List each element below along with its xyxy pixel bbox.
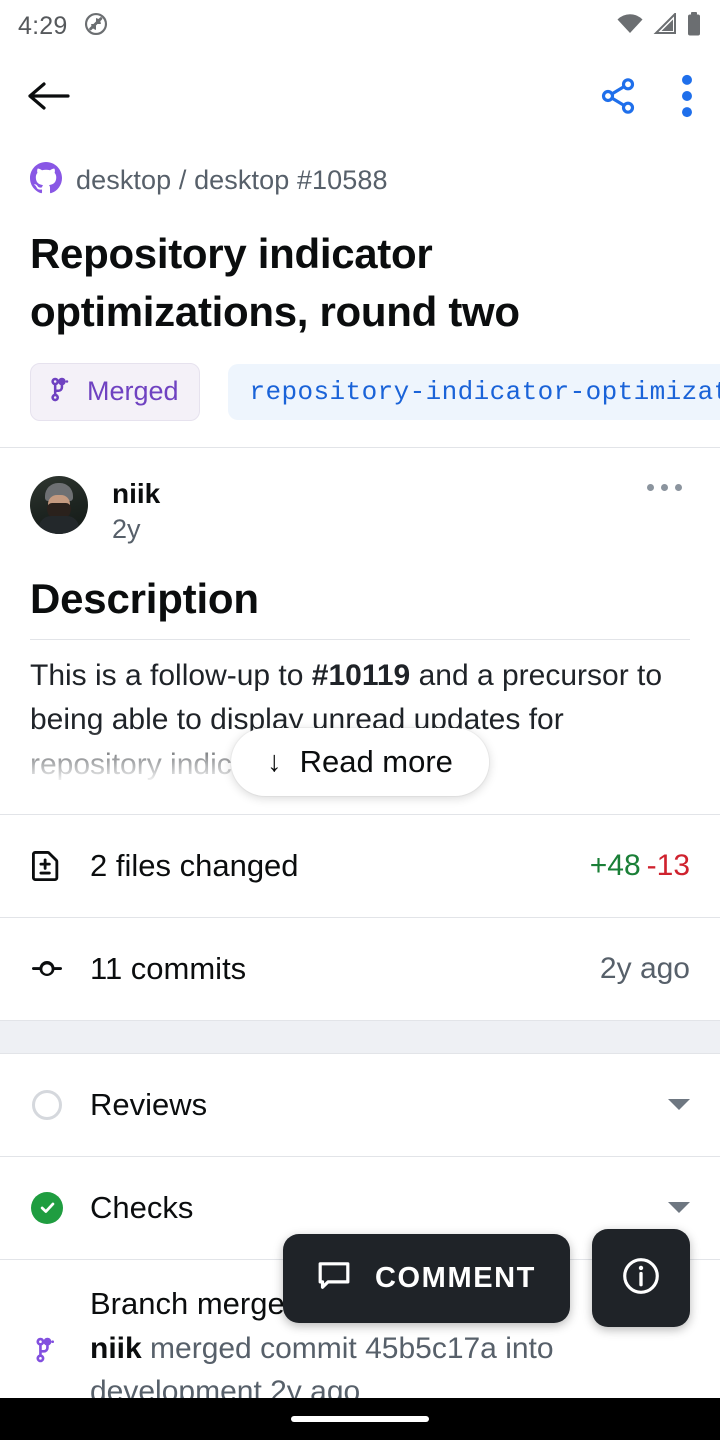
files-changed-row[interactable]: 2 files changed +48 -13 xyxy=(0,815,720,917)
sidebar-item-reviews[interactable]: Reviews xyxy=(0,1054,720,1156)
status-bar: 4:29 xyxy=(0,0,720,52)
author-name[interactable]: niik xyxy=(112,478,160,510)
git-merge-icon xyxy=(30,1286,64,1413)
check-success-shape xyxy=(31,1191,63,1224)
review-pending-circle-shape xyxy=(32,1089,62,1120)
overflow-menu-button[interactable] xyxy=(680,74,694,123)
status-badge-merged[interactable]: Merged xyxy=(30,362,200,421)
app-bar xyxy=(0,52,720,144)
share-button[interactable] xyxy=(598,76,638,121)
share-icon xyxy=(598,76,638,121)
comment-button[interactable]: COMMENT xyxy=(282,1233,570,1323)
cellular-signal-icon xyxy=(653,11,677,40)
pr-detail-screen: 4:29 desktop / desktop #10588 Repository… xyxy=(0,0,720,1440)
git-merge-icon xyxy=(48,376,75,408)
overflow-menu-icon xyxy=(680,74,694,123)
pr-status-chips: Merged repository-indicator-optimizatio xyxy=(0,362,720,447)
github-mark-icon xyxy=(30,162,62,199)
review-pending-circle-icon xyxy=(30,1089,64,1120)
section-separator-band xyxy=(0,1019,720,1054)
pr-header: desktop / desktop #10588 Repository indi… xyxy=(0,144,720,341)
comment-button-label: COMMENT xyxy=(374,1261,536,1294)
comment-bubble-icon xyxy=(317,1259,351,1298)
kebab-menu-icon xyxy=(647,483,654,491)
checks-label: Checks xyxy=(90,1189,194,1225)
description-heading: Description xyxy=(30,574,259,622)
chevron-down-icon xyxy=(668,1099,690,1111)
avatar[interactable] xyxy=(30,475,88,534)
file-diff-icon xyxy=(30,850,64,881)
diff-stat: +48 -13 xyxy=(590,849,690,883)
git-commit-icon xyxy=(30,954,64,984)
author-row: niik 2y xyxy=(30,475,690,545)
breadcrumb[interactable]: desktop / desktop #10588 xyxy=(30,162,690,199)
info-circle-icon xyxy=(620,1255,662,1302)
comment-overflow-button[interactable] xyxy=(647,483,682,491)
author-timestamp: 2y xyxy=(112,513,141,544)
diff-additions: +48 xyxy=(589,848,641,882)
battery-icon xyxy=(686,11,702,41)
system-navigation-bar xyxy=(0,1398,720,1440)
home-gesture-pill[interactable] xyxy=(291,1416,429,1422)
description-rule xyxy=(30,638,690,640)
status-bar-clock: 4:29 xyxy=(18,11,68,40)
status-bar-left: 4:29 xyxy=(18,11,109,42)
kebab-menu-icon xyxy=(675,483,682,491)
page-title: Repository indicator optimizations, roun… xyxy=(30,230,520,335)
floating-action-buttons: COMMENT xyxy=(282,1229,690,1327)
read-more-button[interactable]: ↓ Read more xyxy=(231,728,489,796)
issue-reference-link[interactable]: #10119 xyxy=(312,659,410,692)
breadcrumb-label: desktop / desktop #10588 xyxy=(76,165,388,195)
commits-label: 11 commits xyxy=(90,950,247,986)
info-button[interactable] xyxy=(592,1229,690,1327)
check-success-icon xyxy=(30,1191,64,1224)
author-meta: niik 2y xyxy=(112,476,160,545)
kebab-menu-icon xyxy=(661,483,668,491)
dnd-icon xyxy=(83,11,109,42)
reviews-label: Reviews xyxy=(90,1086,208,1122)
timeline-detail-text: merged commit 45b5c17a into development … xyxy=(90,1331,554,1408)
avatar-detail xyxy=(39,515,79,534)
commits-row[interactable]: 11 commits 2y ago xyxy=(0,918,720,1020)
read-more-label: Read more xyxy=(299,744,453,779)
diff-deletions: -13 xyxy=(646,848,690,882)
app-bar-actions xyxy=(598,74,694,123)
back-button[interactable] xyxy=(26,78,70,119)
description-text-prefix: This is a follow-up to xyxy=(30,658,312,692)
arrow-down-icon: ↓ xyxy=(267,745,282,778)
chevron-down-icon xyxy=(668,1202,690,1214)
files-changed-label: 2 files changed xyxy=(90,847,299,883)
timeline-actor[interactable]: niik xyxy=(90,1332,142,1365)
wifi-icon xyxy=(616,13,644,40)
branch-chip[interactable]: repository-indicator-optimizatio xyxy=(227,363,720,420)
status-badge-label: Merged xyxy=(87,376,179,407)
commits-timestamp: 2y ago xyxy=(599,951,690,985)
status-bar-right xyxy=(616,11,702,41)
back-arrow-icon xyxy=(26,78,70,119)
